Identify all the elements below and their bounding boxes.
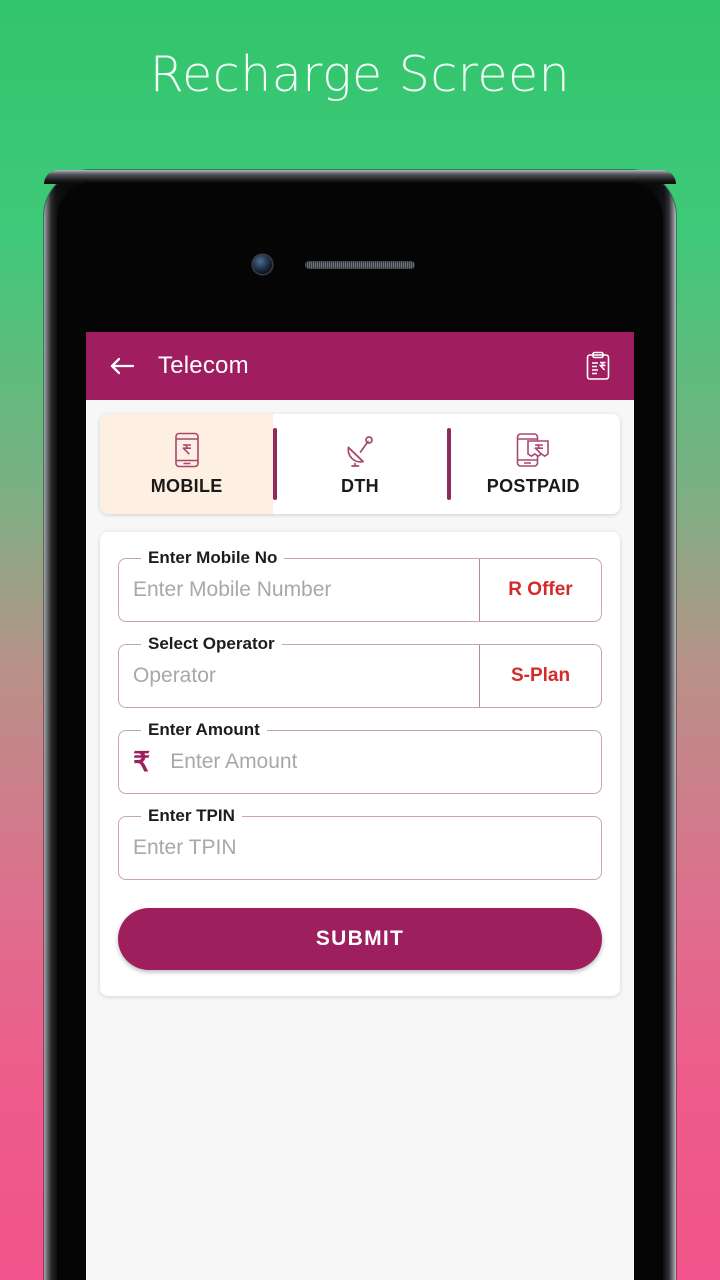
s-plan-button[interactable]: S-Plan [479, 645, 601, 707]
recharge-form: Enter Mobile No Enter Mobile Number R Of… [100, 532, 620, 996]
r-offer-button[interactable]: R Offer [479, 559, 601, 621]
amount-field[interactable]: Enter Amount ₹ Enter Amount [118, 720, 602, 794]
earpiece-speaker [305, 261, 415, 269]
clipboard-rupee-icon[interactable] [578, 346, 618, 386]
front-camera-icon [253, 255, 272, 274]
mobile-number-placeholder: Enter Mobile Number [133, 578, 332, 601]
tpin-label: Enter TPIN [141, 806, 242, 826]
operator-label: Select Operator [141, 634, 282, 654]
tab-mobile-label: MOBILE [150, 475, 223, 496]
phone-body: Telecom MOBILE DTH POSTPAID Enter Mobile… [57, 182, 663, 1280]
tab-dth-label: DTH [341, 475, 379, 496]
amount-placeholder: Enter Amount [170, 750, 298, 773]
phone-bill-icon [515, 432, 551, 468]
tpin-input[interactable]: Enter TPIN [119, 817, 601, 879]
tab-dth[interactable]: DTH [273, 414, 447, 514]
rupee-icon: ₹ [133, 746, 151, 777]
amount-input[interactable]: ₹ Enter Amount [119, 731, 601, 793]
page-title: Recharge Screen [149, 46, 571, 103]
tpin-field[interactable]: Enter TPIN Enter TPIN [118, 806, 602, 880]
operator-select[interactable]: Operator [119, 645, 479, 707]
amount-label: Enter Amount [141, 720, 267, 740]
app-screen: Telecom MOBILE DTH POSTPAID Enter Mobile… [86, 332, 634, 1280]
tab-postpaid[interactable]: POSTPAID [446, 414, 620, 514]
submit-button[interactable]: SUBMIT [118, 908, 602, 970]
app-bar-title: Telecom [158, 352, 249, 379]
operator-placeholder: Operator [133, 664, 216, 687]
mobile-number-field[interactable]: Enter Mobile No Enter Mobile Number R Of… [118, 548, 602, 622]
app-bar: Telecom [86, 332, 634, 400]
satellite-dish-icon [343, 432, 377, 468]
phone-mockup: Telecom MOBILE DTH POSTPAID Enter Mobile… [44, 170, 676, 1280]
screen-content: MOBILE DTH POSTPAID Enter Mobile No Ente… [86, 400, 634, 1280]
operator-field[interactable]: Select Operator Operator S-Plan [118, 634, 602, 708]
tab-postpaid-label: POSTPAID [486, 475, 580, 496]
back-button[interactable] [102, 346, 142, 386]
mobile-number-label: Enter Mobile No [141, 548, 285, 568]
mobile-rupee-icon [172, 432, 202, 468]
tab-mobile[interactable]: MOBILE [100, 414, 274, 514]
mobile-number-input[interactable]: Enter Mobile Number [119, 559, 479, 621]
tpin-placeholder: Enter TPIN [133, 836, 237, 859]
category-tabs: MOBILE DTH POSTPAID [100, 414, 620, 514]
